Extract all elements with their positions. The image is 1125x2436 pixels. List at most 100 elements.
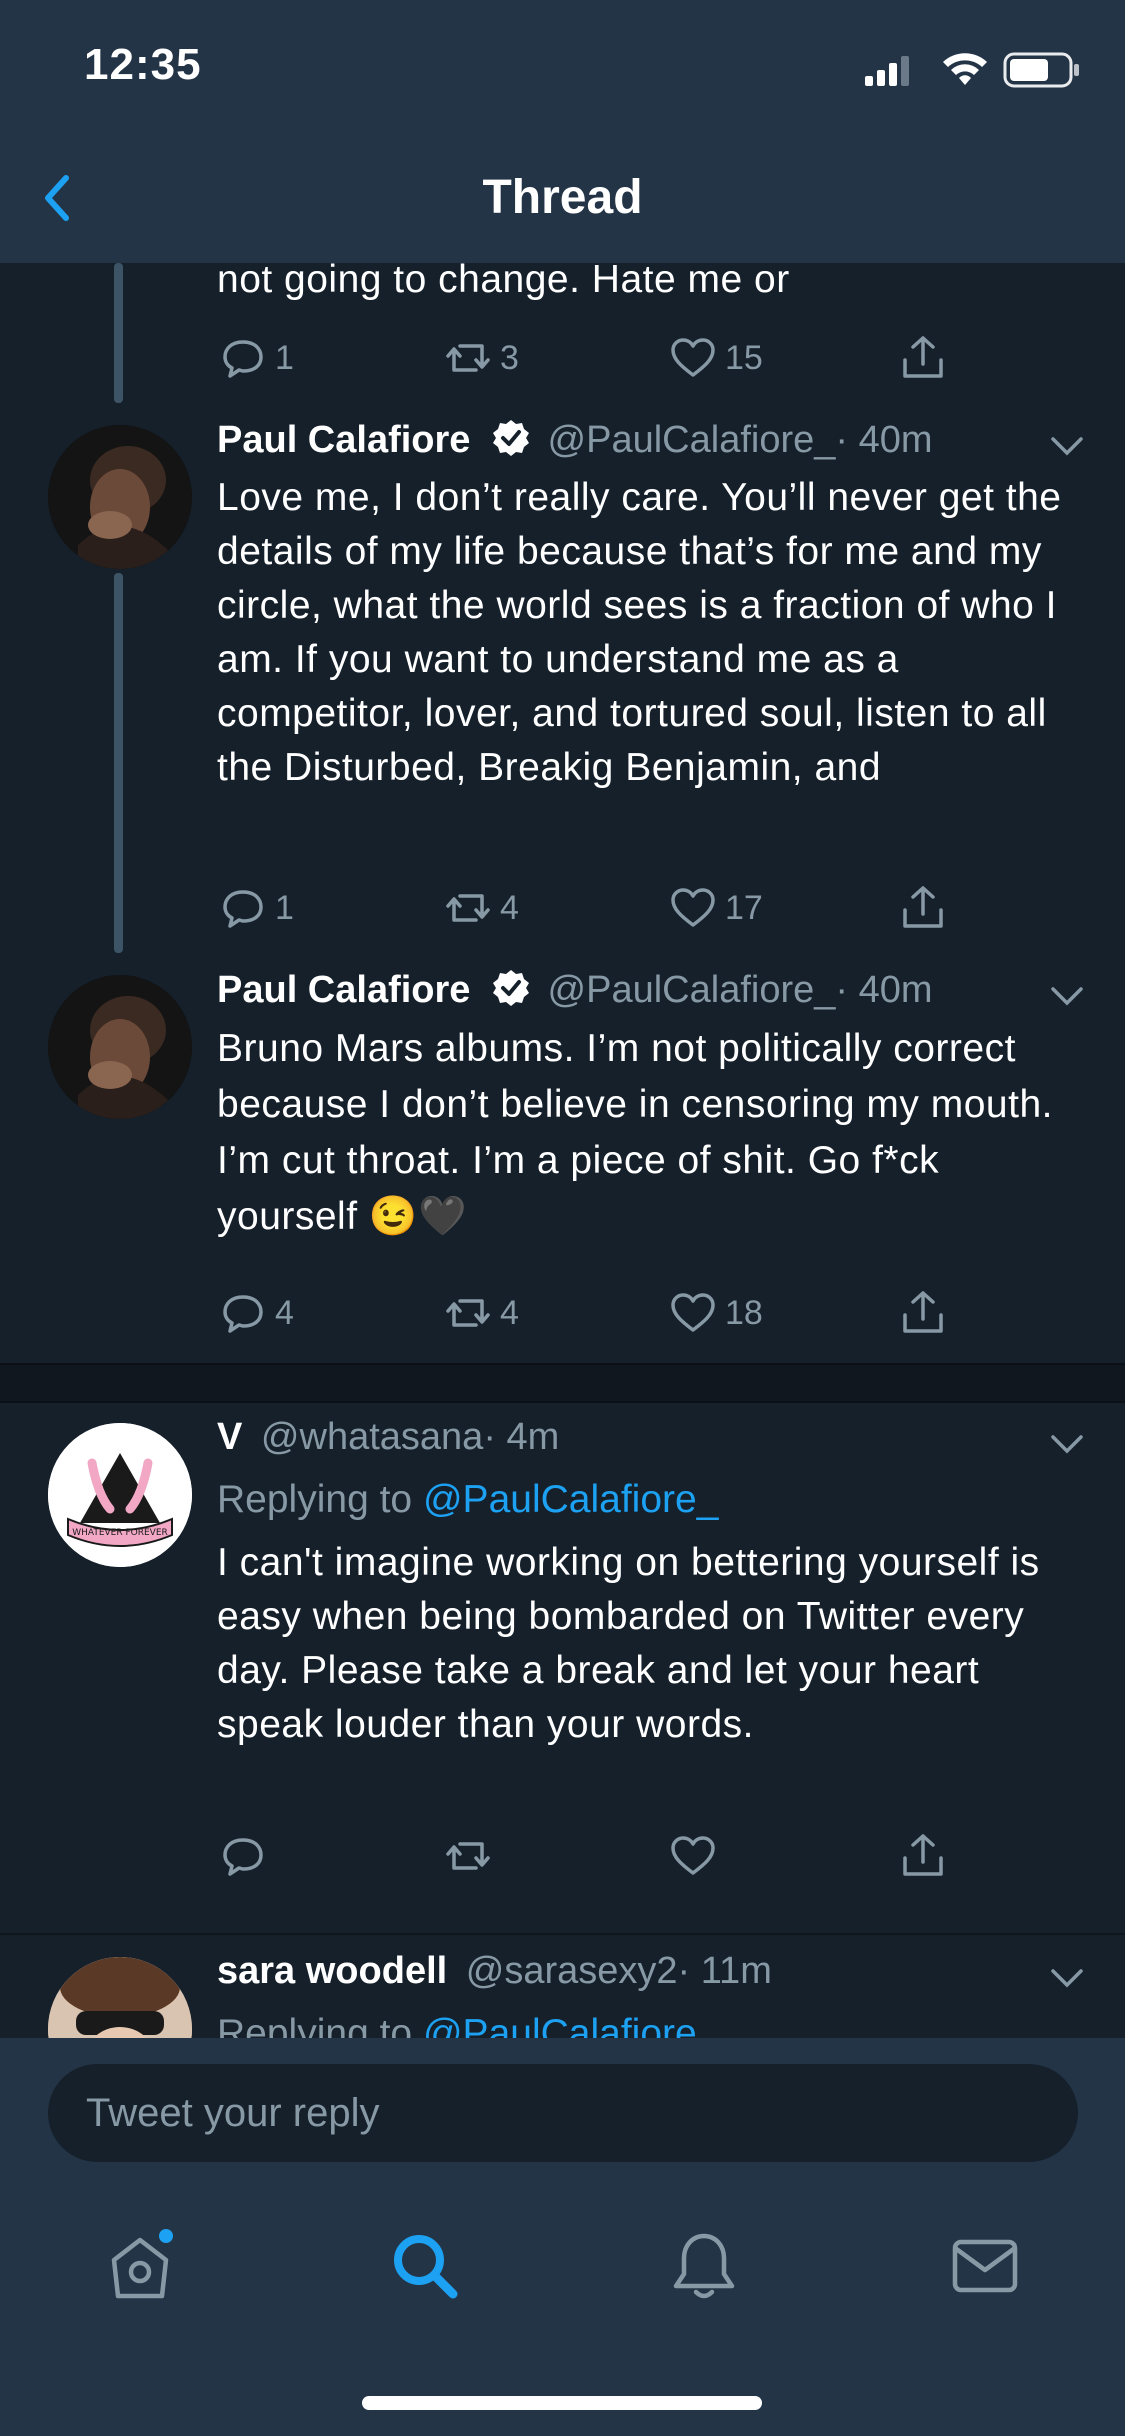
share-icon: [903, 1834, 943, 1876]
retweet-button[interactable]: 4: [442, 1283, 519, 1343]
tweet-time: · 40m: [835, 419, 933, 461]
replying-handle-link[interactable]: @PaulCalafiore_: [423, 1478, 718, 1521]
tweet-time: · 4m: [483, 1416, 560, 1458]
tweet-time: · 11m: [677, 1950, 772, 1992]
share-button[interactable]: [897, 1283, 949, 1343]
author-name[interactable]: Paul Calafiore: [217, 969, 470, 1011]
replying-label: Replying to: [217, 1478, 413, 1521]
retweet-count: 4: [500, 1293, 519, 1332]
thread-line: [114, 573, 123, 953]
chevron-down-icon[interactable]: [1049, 1960, 1085, 1996]
heart-icon: [671, 888, 715, 927]
share-icon: [903, 336, 943, 378]
tweet-header: sara woodell @sarasexy2· 11m: [217, 1950, 1085, 2000]
tweet-text: Bruno Mars albums. I’m not politically c…: [217, 1027, 1053, 1238]
avatar-photo: [48, 425, 192, 569]
retweet-button[interactable]: 3: [442, 328, 519, 388]
author-name[interactable]: sara woodell: [217, 1950, 447, 1992]
author-name[interactable]: Paul Calafiore: [217, 419, 470, 461]
chevron-down-icon[interactable]: [1049, 1426, 1085, 1462]
tweet[interactable]: Paul Calafiore @PaulCalafiore_· 40m Brun…: [0, 953, 1125, 1363]
tweet-header: Paul Calafiore @PaulCalafiore_· 40m: [217, 968, 1085, 1018]
retweet-count: 4: [500, 888, 519, 927]
reply-count: 1: [275, 888, 294, 927]
replying-to: Replying to @PaulCalafiore_: [217, 1473, 718, 1527]
reply-button[interactable]: 1: [217, 328, 294, 388]
search-tab-icon[interactable]: [385, 2226, 465, 2306]
tweet[interactable]: Paul Calafiore @PaulCalafiore_· 40m Love…: [0, 403, 1125, 953]
page-title: Thread: [482, 171, 643, 224]
notifications-bell-icon[interactable]: [664, 2226, 744, 2306]
like-button[interactable]: 15: [667, 328, 763, 388]
verified-badge-icon: [492, 420, 529, 456]
heart-icon: [671, 1836, 715, 1875]
avatar[interactable]: WHATEVER FOREVER: [48, 1423, 192, 1567]
tweet-time: · 40m: [835, 969, 933, 1011]
avatar-photo: [48, 975, 192, 1119]
replying-label: Replying to: [217, 2012, 413, 2038]
tweet-partial[interactable]: not going to change. Hate me or 1 3 15: [0, 263, 1125, 403]
tweet-text: Love me, I don’t really care. You’ll nev…: [217, 476, 1062, 789]
avatar[interactable]: [48, 1957, 192, 2038]
thread-line: [114, 263, 123, 403]
retweet-icon: [446, 1299, 490, 1327]
like-count: 15: [725, 338, 763, 377]
author-handle[interactable]: @sarasexy2: [466, 1950, 678, 1992]
avatar-photo: [48, 1957, 192, 2038]
chevron-down-icon[interactable]: [1049, 428, 1085, 464]
author-handle[interactable]: @PaulCalafiore_: [548, 969, 836, 1011]
heart-icon: [671, 338, 715, 377]
avatar[interactable]: [48, 425, 192, 569]
tweet-actions: 4 4 18: [217, 1283, 977, 1343]
tweet-actions: 1 4 17: [217, 878, 977, 938]
reply-icon: [223, 890, 263, 928]
messages-envelope-icon[interactable]: [945, 2226, 1025, 2306]
tweet-header: Paul Calafiore @PaulCalafiore_· 40m: [217, 418, 1085, 468]
avatar[interactable]: [48, 975, 192, 1119]
battery-icon: [1003, 52, 1079, 88]
reply-button[interactable]: 1: [217, 878, 294, 938]
reply-icon: [223, 340, 263, 378]
like-button[interactable]: 17: [667, 878, 763, 938]
retweet-icon: [446, 1842, 490, 1870]
replying-handle-link[interactable]: @PaulCalafiore_: [423, 2012, 718, 2038]
retweet-button[interactable]: 4: [442, 878, 519, 938]
share-button[interactable]: [897, 328, 949, 388]
thread-feed[interactable]: not going to change. Hate me or 1 3 15 P…: [0, 263, 1125, 2038]
status-bar: 12:35: [0, 0, 1125, 130]
retweet-button[interactable]: [442, 1826, 500, 1886]
section-divider: [0, 1363, 1125, 1403]
reply-button[interactable]: 4: [217, 1283, 294, 1343]
reply-button[interactable]: [217, 1826, 275, 1886]
author-name[interactable]: V: [217, 1416, 242, 1458]
verified-badge-icon: [492, 970, 529, 1006]
like-button[interactable]: [667, 1826, 725, 1886]
share-icon: [903, 886, 943, 928]
notification-dot: [159, 2229, 173, 2243]
author-handle[interactable]: @whatasana: [261, 1416, 483, 1458]
tweet[interactable]: WHATEVER FOREVER V @whatasana· 4m Replyi…: [0, 1401, 1125, 1901]
share-button[interactable]: [897, 878, 949, 938]
replying-to: Replying to @PaulCalafiore_: [217, 2007, 718, 2038]
tweet-header: V @whatasana· 4m: [217, 1416, 1085, 1466]
wifi-icon: [943, 53, 987, 85]
like-button[interactable]: 18: [667, 1283, 763, 1343]
home-tab-icon[interactable]: [100, 2226, 180, 2306]
tweet-actions: [217, 1826, 977, 1886]
avatar-logo: WHATEVER FOREVER: [48, 1423, 192, 1567]
tweet-actions: 1 3 15: [217, 328, 977, 388]
tweet-partial[interactable]: sara woodell @sarasexy2· 11m Replying to…: [0, 1935, 1125, 2038]
tweet-text: I can't imagine working on bettering you…: [217, 1541, 1040, 1746]
status-time: 12:35: [84, 40, 202, 89]
reply-icon: [223, 1838, 263, 1876]
home-indicator[interactable]: [362, 2396, 762, 2410]
chevron-down-icon[interactable]: [1049, 978, 1085, 1014]
share-button[interactable]: [897, 1826, 949, 1886]
tweet-reply-input[interactable]: Tweet your reply: [48, 2064, 1078, 2162]
reply-icon: [223, 1295, 263, 1333]
cellular-signal-icon: [865, 56, 909, 86]
svg-text:WHATEVER FOREVER: WHATEVER FOREVER: [72, 1528, 168, 1538]
retweet-icon: [446, 344, 490, 372]
author-handle[interactable]: @PaulCalafiore_: [548, 419, 836, 461]
reply-count: 1: [275, 338, 294, 377]
